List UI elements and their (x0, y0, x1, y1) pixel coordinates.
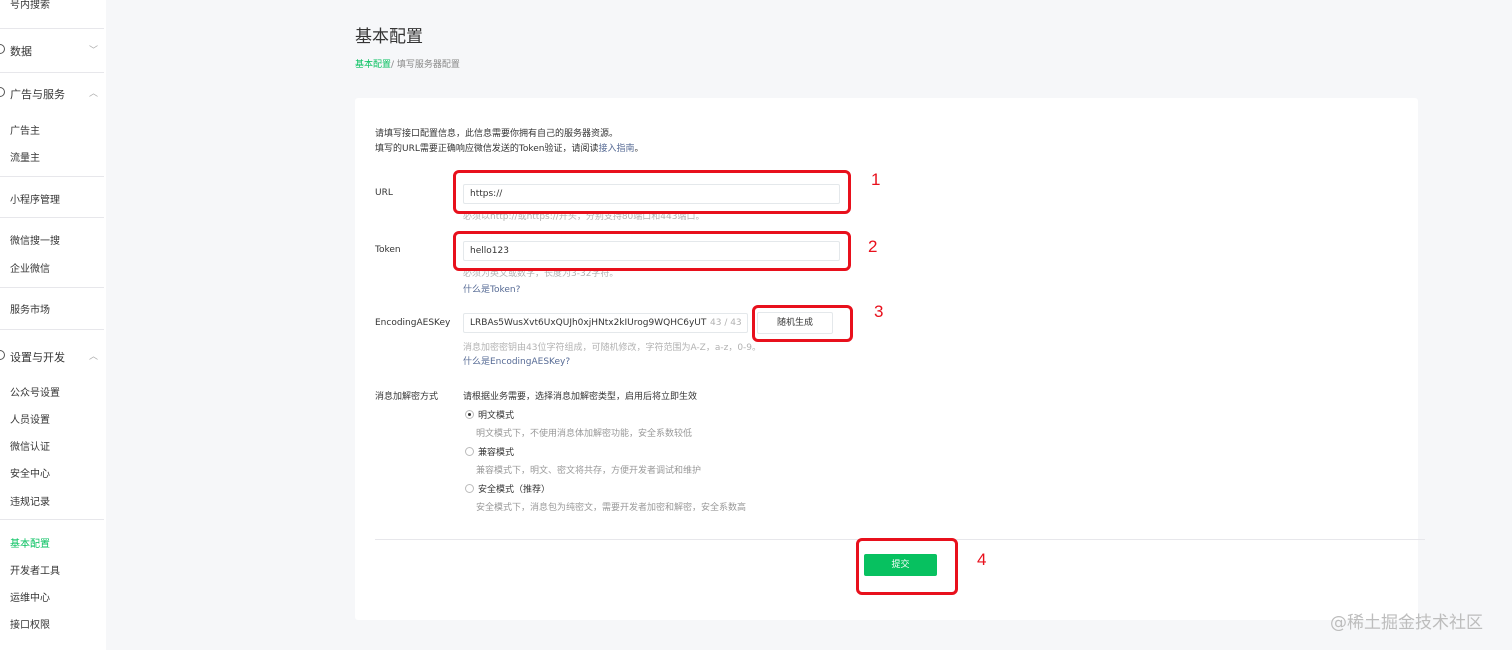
sidebar-item-verify[interactable]: 微信认证 (10, 438, 50, 453)
chevron-up-icon: ︿ (89, 352, 99, 362)
sidebar-item-basic-config[interactable]: 基本配置 (10, 535, 50, 550)
sidebar-item-security[interactable]: 安全中心 (10, 465, 50, 480)
aes-key-counter: 43 / 43 (710, 318, 742, 328)
ads-icon (0, 87, 5, 97)
divider (0, 72, 104, 73)
sidebar-group-label: 广告与服务 (10, 88, 65, 101)
watermark: @稀土掘金技术社区 (1330, 613, 1483, 633)
divider (0, 28, 104, 29)
divider (0, 217, 104, 218)
sidebar-item-account-settings[interactable]: 公众号设置 (10, 384, 60, 399)
radio-compatible-mode[interactable]: 兼容模式 (465, 445, 514, 458)
radio-label: 明文模式 (478, 411, 515, 421)
breadcrumb: 基本配置/ 填写服务器配置 (355, 57, 460, 70)
encryption-mode-intro: 请根据业务需要，选择消息加解密类型，启用后将立即生效 (463, 392, 698, 402)
url-label: URL (375, 188, 393, 198)
sidebar-item-staff[interactable]: 人员设置 (10, 411, 50, 426)
divider (0, 519, 104, 520)
plaintext-mode-desc: 明文模式下，不使用消息体加解密功能，安全系数较低 (476, 429, 693, 439)
sidebar-item-wework[interactable]: 企业微信 (10, 260, 50, 275)
radio-plaintext-mode[interactable]: 明文模式 (465, 408, 514, 421)
radio-checked-icon (465, 410, 474, 419)
annotation-number-3: 3 (874, 302, 884, 321)
aes-key-label: EncodingAESKey (375, 318, 451, 328)
sidebar-item-search-in-account[interactable]: 号内搜索 (10, 0, 50, 11)
annotation-box-4 (856, 538, 958, 595)
sidebar-item-miniprogram[interactable]: 小程序管理 (10, 191, 60, 206)
data-icon (0, 44, 5, 54)
divider (0, 176, 104, 177)
what-is-aes-key-link[interactable]: 什么是EncodingAESKey? (463, 354, 570, 367)
intro-text-part: 。 (634, 144, 644, 154)
encryption-mode-label: 消息加解密方式 (375, 392, 439, 402)
sidebar-item-dev-tools[interactable]: 开发者工具 (10, 562, 60, 577)
sidebar-item-market[interactable]: 服务市场 (10, 301, 50, 316)
annotation-number-2: 2 (868, 237, 878, 256)
radio-unchecked-icon (465, 447, 474, 456)
sidebar: 号内搜索 数据 ﹀ 广告与服务 ︿ 广告主 流量主 小程序管理 微信搜一搜 企业… (0, 0, 106, 650)
what-is-token-link[interactable]: 什么是Token? (463, 282, 520, 295)
chevron-up-icon: ︿ (89, 89, 99, 99)
breadcrumb-link[interactable]: 基本配置 (355, 60, 391, 70)
annotation-box-1 (453, 170, 851, 214)
radio-label: 兼容模式 (478, 448, 515, 458)
aes-key-hint: 消息加密密钥由43位字符组成，可随机修改，字符范围为A-Z，a-z，0-9。 (463, 343, 762, 353)
annotation-box-2 (453, 231, 851, 271)
sidebar-item-ops[interactable]: 运维中心 (10, 589, 50, 604)
aes-key-value: LRBAs5WusXvt6UxQUJh0xjHNtx2kIUrog9WQHC6y… (470, 318, 707, 328)
intro-text-part: 填写的URL需要正确响应微信发送的Token验证，请阅读 (375, 144, 599, 154)
intro-line: 请填写接口配置信息，此信息需要你拥有自己的服务器资源。 (375, 129, 619, 139)
intro-text: 请填写接口配置信息，此信息需要你拥有自己的服务器资源。 填写的URL需要正确响应… (375, 127, 644, 157)
annotation-number-1: 1 (871, 170, 881, 189)
sidebar-item-weixin-search[interactable]: 微信搜一搜 (10, 232, 60, 247)
sidebar-item-traffic[interactable]: 流量主 (10, 149, 40, 164)
sidebar-group-label: 数据 (10, 45, 32, 58)
chevron-down-icon: ﹀ (89, 46, 99, 56)
sidebar-item-api-permissions[interactable]: 接口权限 (10, 616, 50, 631)
aes-key-input[interactable]: LRBAs5WusXvt6UxQUJh0xjHNtx2kIUrog9WQHC6y… (463, 313, 748, 333)
divider (0, 329, 104, 330)
intro-line: 填写的URL需要正确响应微信发送的Token验证，请阅读接入指南。 (375, 142, 644, 157)
breadcrumb-current: / 填写服务器配置 (391, 60, 460, 70)
page-title: 基本配置 (355, 27, 423, 47)
compatible-mode-desc: 兼容模式下，明文、密文将共存，方便开发者调试和维护 (476, 466, 702, 476)
radio-unchecked-icon (465, 484, 474, 493)
annotation-box-3 (752, 305, 853, 342)
sidebar-group-label: 设置与开发 (10, 351, 65, 364)
settings-icon (0, 350, 5, 360)
radio-label: 安全模式（推荐） (478, 485, 551, 495)
divider (0, 287, 104, 288)
secure-mode-desc: 安全模式下，消息包为纯密文，需要开发者加密和解密，安全系数高 (476, 503, 747, 513)
token-label: Token (375, 245, 401, 255)
sidebar-item-violations[interactable]: 违规记录 (10, 493, 50, 508)
annotation-number-4: 4 (977, 550, 987, 569)
access-guide-link[interactable]: 接入指南 (598, 144, 634, 154)
radio-secure-mode[interactable]: 安全模式（推荐） (465, 482, 550, 495)
sidebar-item-advertiser[interactable]: 广告主 (10, 122, 40, 137)
